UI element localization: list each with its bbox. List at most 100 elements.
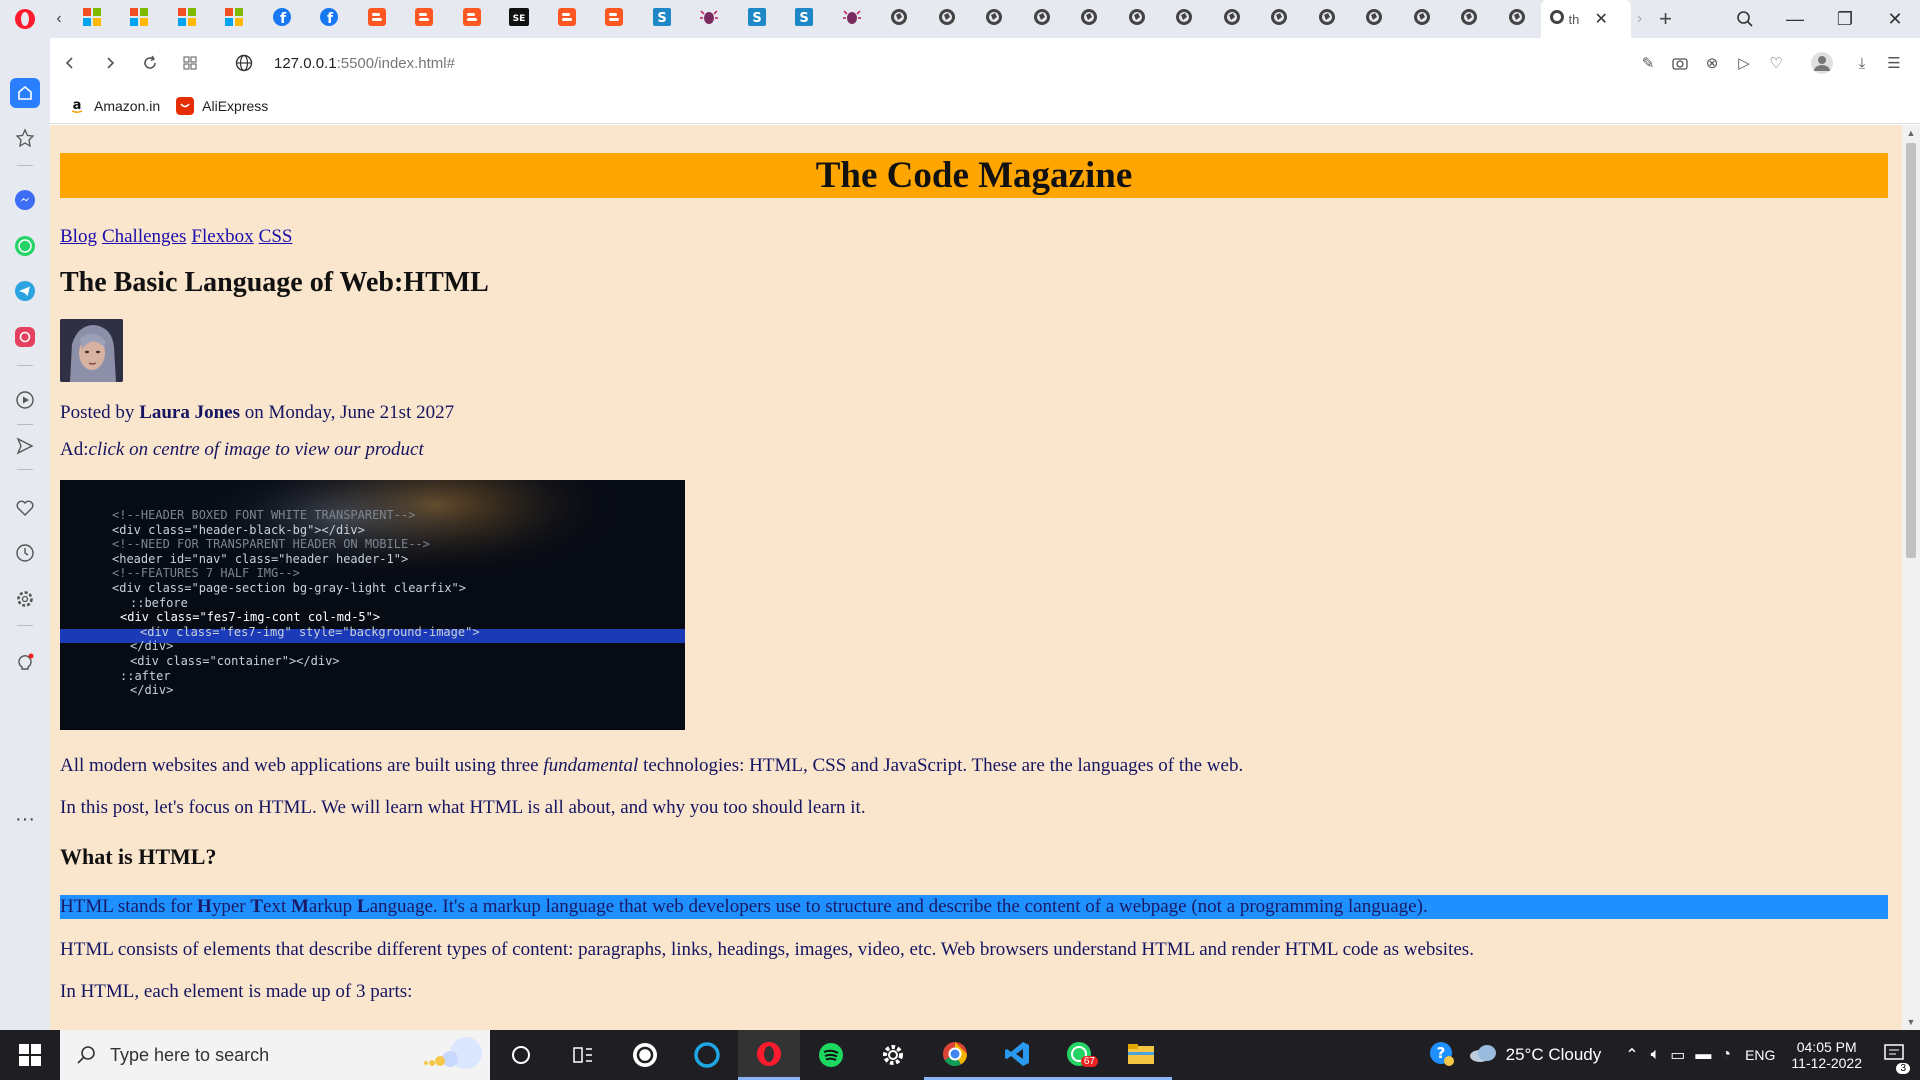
adblock-icon[interactable]: ⊗ [1696,47,1728,79]
clock[interactable]: 04:05 PM 11-12-2022 [1791,1039,1862,1071]
back-icon[interactable] [50,43,90,83]
browser-tab[interactable] [1398,0,1446,38]
profile-avatar-icon[interactable] [1806,47,1838,79]
device-icon[interactable]: ▭ [1670,1045,1685,1065]
notifications-icon[interactable]: 3 [1884,1043,1910,1074]
minimize-button[interactable]: — [1770,0,1820,38]
edit-icon[interactable]: ✎ [1632,47,1664,79]
nav-link-css[interactable]: CSS [259,226,293,247]
close-tab-icon[interactable]: ✕ [1595,9,1608,29]
browser-tab[interactable] [543,0,591,38]
send-flow-icon[interactable] [10,431,40,461]
browser-tab[interactable] [1018,0,1066,38]
opera-taskbar-icon[interactable] [738,1030,800,1080]
browser-tab[interactable] [686,0,734,38]
new-tab-button[interactable]: + [1649,0,1683,38]
browser-tab[interactable] [163,0,211,38]
vscode-icon[interactable] [986,1030,1048,1080]
close-window-button[interactable]: ✕ [1870,0,1920,38]
browser-tab[interactable] [923,0,971,38]
instagram-icon[interactable] [10,322,40,352]
alexa-icon[interactable] [676,1030,738,1080]
weather-cloud-icon[interactable] [1468,1043,1498,1068]
bookmark-aliexpress[interactable]: AliExpress [176,96,268,115]
browser-tab[interactable] [971,0,1019,38]
settings-icon[interactable] [10,584,40,614]
browser-tab[interactable] [1446,0,1494,38]
browser-tab[interactable] [591,0,639,38]
site-info-globe-icon[interactable] [224,43,264,83]
player-icon[interactable] [10,385,40,415]
show-hidden-icons-icon[interactable]: ⌃ [1625,1045,1638,1065]
weather-text[interactable]: 25°C Cloudy [1506,1045,1602,1065]
browser-tab[interactable] [211,0,259,38]
windows-start-button[interactable] [0,1030,60,1080]
browser-tab[interactable] [448,0,496,38]
search-tabs-icon[interactable] [1720,0,1770,38]
bookmark-heart-icon[interactable]: ♡ [1760,47,1792,79]
camera-icon[interactable] [1664,47,1696,79]
battery-icon[interactable]: ▬ [1695,1046,1711,1064]
browser-tab[interactable]: f [306,0,354,38]
cortana-circle-icon[interactable] [490,1030,552,1080]
scroll-down-icon[interactable]: ▼ [1902,1014,1920,1030]
browser-tab[interactable]: S [638,0,686,38]
bookmark-amazonin[interactable]: a Amazon.in [68,97,160,115]
browser-tab[interactable] [1161,0,1209,38]
taskbar-search-box[interactable]: Type here to search [60,1030,490,1080]
browser-tab[interactable] [401,0,449,38]
forward-icon[interactable] [90,43,130,83]
home-icon[interactable] [10,78,40,108]
browser-tab[interactable] [1066,0,1114,38]
whatsapp-taskbar-icon[interactable]: 67 [1048,1030,1110,1080]
browser-tab[interactable] [1351,0,1399,38]
browser-tab[interactable] [876,0,924,38]
browser-tab[interactable] [353,0,401,38]
speed-dial-star-icon[interactable] [10,123,40,153]
more-icon[interactable]: ··· [10,804,40,834]
tab-scroll-right-icon[interactable]: › [1631,0,1649,38]
nav-link-blog[interactable]: Blog [60,226,97,247]
tips-lightbulb-icon[interactable] [10,648,40,678]
messenger-icon[interactable] [10,185,40,215]
download-icon[interactable]: ⤓ [1846,47,1878,79]
opera-menu-button[interactable] [0,0,50,38]
tab-overview-icon[interactable] [170,43,210,83]
send-icon[interactable]: ▷ [1728,47,1760,79]
browser-tab[interactable]: SE [496,0,544,38]
history-icon[interactable] [10,538,40,568]
browser-tab[interactable] [1493,0,1541,38]
nav-link-flexbox[interactable]: Flexbox [191,226,253,247]
browser-tab[interactable] [116,0,164,38]
active-tab[interactable]: th ✕ [1540,0,1631,38]
task-view-icon[interactable] [552,1030,614,1080]
browser-tab[interactable] [1208,0,1256,38]
restore-button[interactable]: ❐ [1820,0,1870,38]
browser-tab[interactable]: S [733,0,781,38]
browser-tab[interactable]: f [258,0,306,38]
browser-tab[interactable] [1113,0,1161,38]
settings-gear-icon[interactable] [862,1030,924,1080]
browser-tab[interactable] [1256,0,1304,38]
scroll-thumb[interactable] [1906,143,1916,558]
file-explorer-icon[interactable] [1110,1030,1172,1080]
reload-icon[interactable] [130,43,170,83]
browser-tab[interactable] [828,0,876,38]
browser-tab[interactable] [1303,0,1351,38]
code-screenshot-image[interactable]: <!--HEADER BOXED FONT WHITE TRANSPARENT-… [60,480,685,730]
ubuntu-app-icon[interactable] [614,1030,676,1080]
nav-link-challenges[interactable]: Challenges [102,226,186,247]
spotify-icon[interactable] [800,1030,862,1080]
volume-icon[interactable]: 🔈︎ [1651,1046,1661,1064]
wifi-icon[interactable]: ◔ [1721,1046,1731,1064]
browser-tab[interactable] [68,0,116,38]
whatsapp-icon[interactable] [10,231,40,261]
easy-setup-icon[interactable]: ☰ [1878,47,1910,79]
scroll-up-icon[interactable]: ▲ [1902,125,1920,141]
language-indicator[interactable]: ENG [1745,1047,1775,1063]
browser-tab[interactable]: S [781,0,829,38]
help-icon[interactable]: ? [1428,1040,1454,1071]
url-field[interactable]: 127.0.0.1:5500/index.html# [274,55,455,72]
tab-scroll-left-icon[interactable]: ‹ [50,0,68,38]
telegram-icon[interactable] [10,276,40,306]
